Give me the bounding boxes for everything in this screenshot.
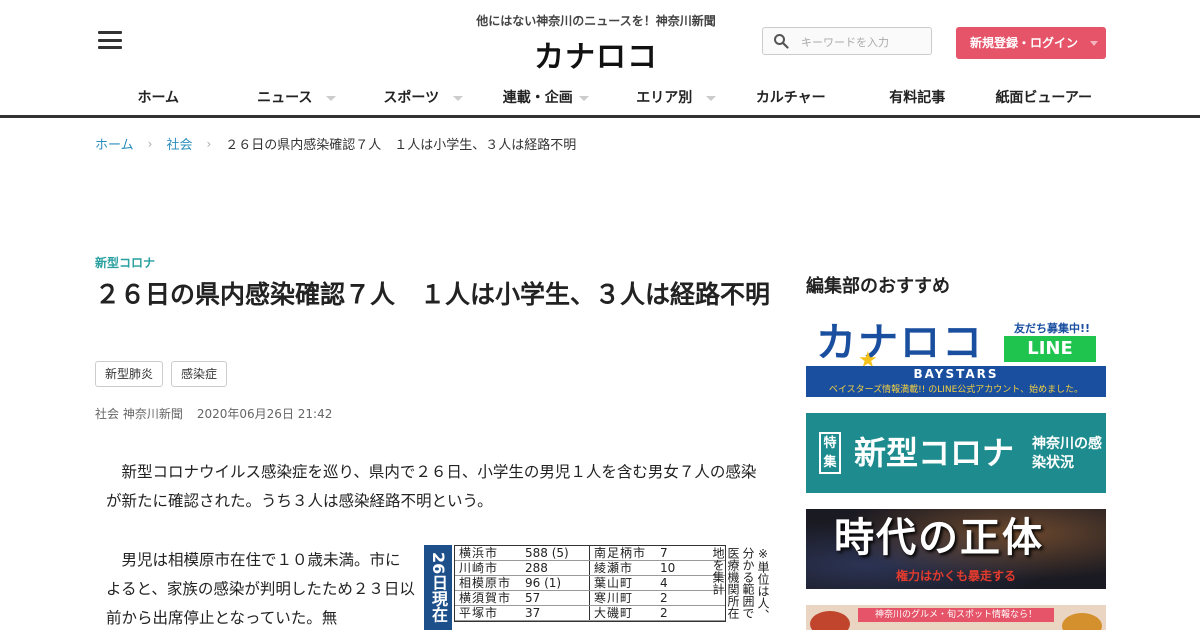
banner-era-sub: 権力はかくも暴走する	[895, 569, 1016, 583]
nav-item-paid[interactable]: 有料記事	[854, 82, 981, 114]
nav-item-home[interactable]: ホーム	[95, 82, 222, 114]
login-button-label: 新規登録・ログイン	[970, 36, 1079, 50]
table-note: ※単位は人、分かる範囲で医療機関所在地を集計	[711, 547, 770, 621]
breadcrumb-section[interactable]: 社会	[166, 134, 192, 153]
search-input[interactable]	[801, 32, 925, 52]
banner-corona-feature[interactable]: 特集 新型コロナ 神奈川の感染状況	[806, 413, 1106, 493]
banner-era-title: 時代の正体	[834, 514, 1044, 561]
chevron-down-icon	[579, 96, 589, 101]
nav-item-news[interactable]: ニュース	[222, 82, 349, 114]
nav-item-sports[interactable]: スポーツ	[348, 82, 475, 114]
food-image	[810, 611, 850, 630]
infection-count-table-image: 26日現在 横浜市 588 (5) 南足柄市 7 川崎市 288 綾瀬市 10 相模原市…	[424, 545, 770, 630]
banner-logo: カナロコ	[816, 320, 984, 366]
table-row: 平塚市 37 大磯町 2	[455, 606, 725, 621]
breadcrumb-home[interactable]: ホーム	[95, 134, 134, 153]
line-badge: LINE	[1004, 336, 1096, 362]
banner-corona-sub: 神奈川の感染状況	[1032, 436, 1102, 471]
table-grid: 横浜市 588 (5) 南足柄市 7 川崎市 288 綾瀬市 10 相模原市 96 (1)…	[454, 545, 726, 622]
site-header: 他にはない神奈川のニュースを！神奈川新聞 カナロコ 新規登録・ログイン ホーム …	[0, 0, 1200, 118]
article-source: 社会 神奈川新聞	[95, 407, 183, 421]
article-paragraph: 男児は相模原市在住で１０歳未満。市によると、家族の感染が判明したため２３日以前か…	[106, 551, 415, 627]
banner-gourmet[interactable]: 神奈川のグルメ・旬スポット情報なら！	[806, 605, 1106, 630]
search-icon	[774, 34, 789, 49]
feature-badge: 特集	[819, 432, 841, 474]
banner-jidai-no-shotai[interactable]: 時代の正体 権力はかくも暴走する	[806, 509, 1106, 589]
table-row: 横浜市 588 (5) 南足柄市 7	[455, 546, 725, 561]
article-category[interactable]: 新型コロナ	[95, 254, 155, 271]
login-button[interactable]: 新規登録・ログイン	[956, 27, 1106, 59]
article-datetime: 2020年06月26日 21:42	[196, 407, 333, 421]
banner-info: ベイスターズ情報満載!! のLINE公式アカウント、始めました。	[806, 383, 1106, 397]
table-date-label: 26日現在	[424, 545, 452, 630]
chevron-down-icon	[326, 96, 336, 101]
table-row: 川崎市 288 綾瀬市 10	[455, 561, 725, 576]
banner-gourmet-strip: 神奈川のグルメ・旬スポット情報なら！	[858, 608, 1054, 622]
main-nav: ホーム ニュース スポーツ 連載・企画 エリア別 カルチャー 有料記事 紙面ビュ…	[95, 82, 1107, 114]
nav-item-area[interactable]: エリア別	[601, 82, 728, 114]
banner-corona-title: 新型コロナ	[854, 434, 1015, 472]
chevron-right-icon: ›	[206, 136, 212, 151]
article-paragraph: 新型コロナウイルス感染症を巡り、県内で２６日、小学生の男児１人を含む男女７人の感…	[106, 463, 757, 510]
chevron-down-icon	[705, 96, 716, 101]
banner-baystars-line[interactable]: カナロコ ★ 友だち募集中!! LINE BAYSTARS ベイスターズ情報満載…	[806, 318, 1106, 397]
nav-item-culture[interactable]: カルチャー	[728, 82, 855, 114]
chevron-down-icon	[1090, 41, 1098, 46]
tag-link[interactable]: 新型肺炎	[95, 361, 164, 387]
chevron-down-icon	[452, 96, 463, 101]
table-row: 相模原市 96 (1) 葉山町 4	[455, 576, 725, 591]
banner-friends: 友だち募集中!!	[1014, 322, 1091, 335]
banner-baystars: BAYSTARS	[806, 366, 1106, 383]
nav-item-viewer[interactable]: 紙面ビューアー	[981, 82, 1108, 114]
breadcrumb-current: ２６日の県内感染確認７人 １人は小学生、３人は経路不明	[225, 138, 577, 153]
search-box[interactable]	[762, 27, 932, 55]
chevron-right-icon: ›	[147, 136, 153, 151]
nav-item-series[interactable]: 連載・企画	[475, 82, 602, 114]
table-row: 横須賀市 57 寒川町 2	[455, 591, 725, 606]
article-title: ２６日の県内感染確認７人 １人は小学生、３人は経路不明	[95, 280, 771, 309]
article-tags: 新型肺炎 感染症	[95, 361, 228, 387]
article-meta: 社会 神奈川新聞 2020年06月26日 21:42	[95, 405, 332, 422]
food-image	[1062, 613, 1102, 630]
tag-link[interactable]: 感染症	[171, 361, 228, 387]
breadcrumb: ホーム › 社会 › ２６日の県内感染確認７人 １人は小学生、３人は経路不明	[95, 134, 577, 154]
sidebar-heading: 編集部のおすすめ	[806, 276, 950, 297]
